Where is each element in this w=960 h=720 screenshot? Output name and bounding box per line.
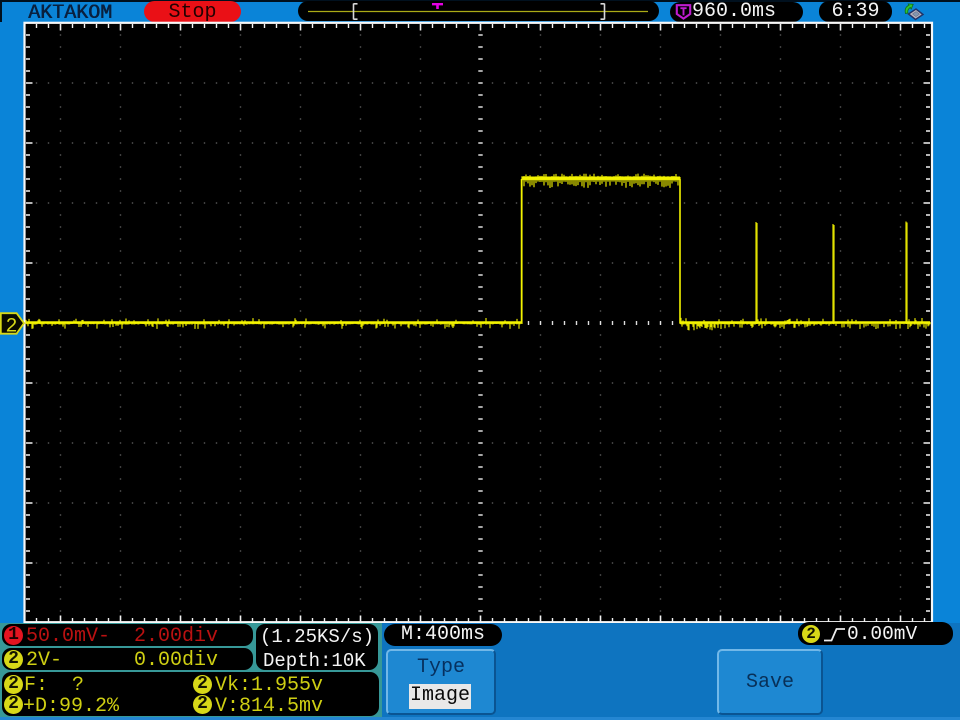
svg-text:2: 2 [6, 316, 18, 339]
